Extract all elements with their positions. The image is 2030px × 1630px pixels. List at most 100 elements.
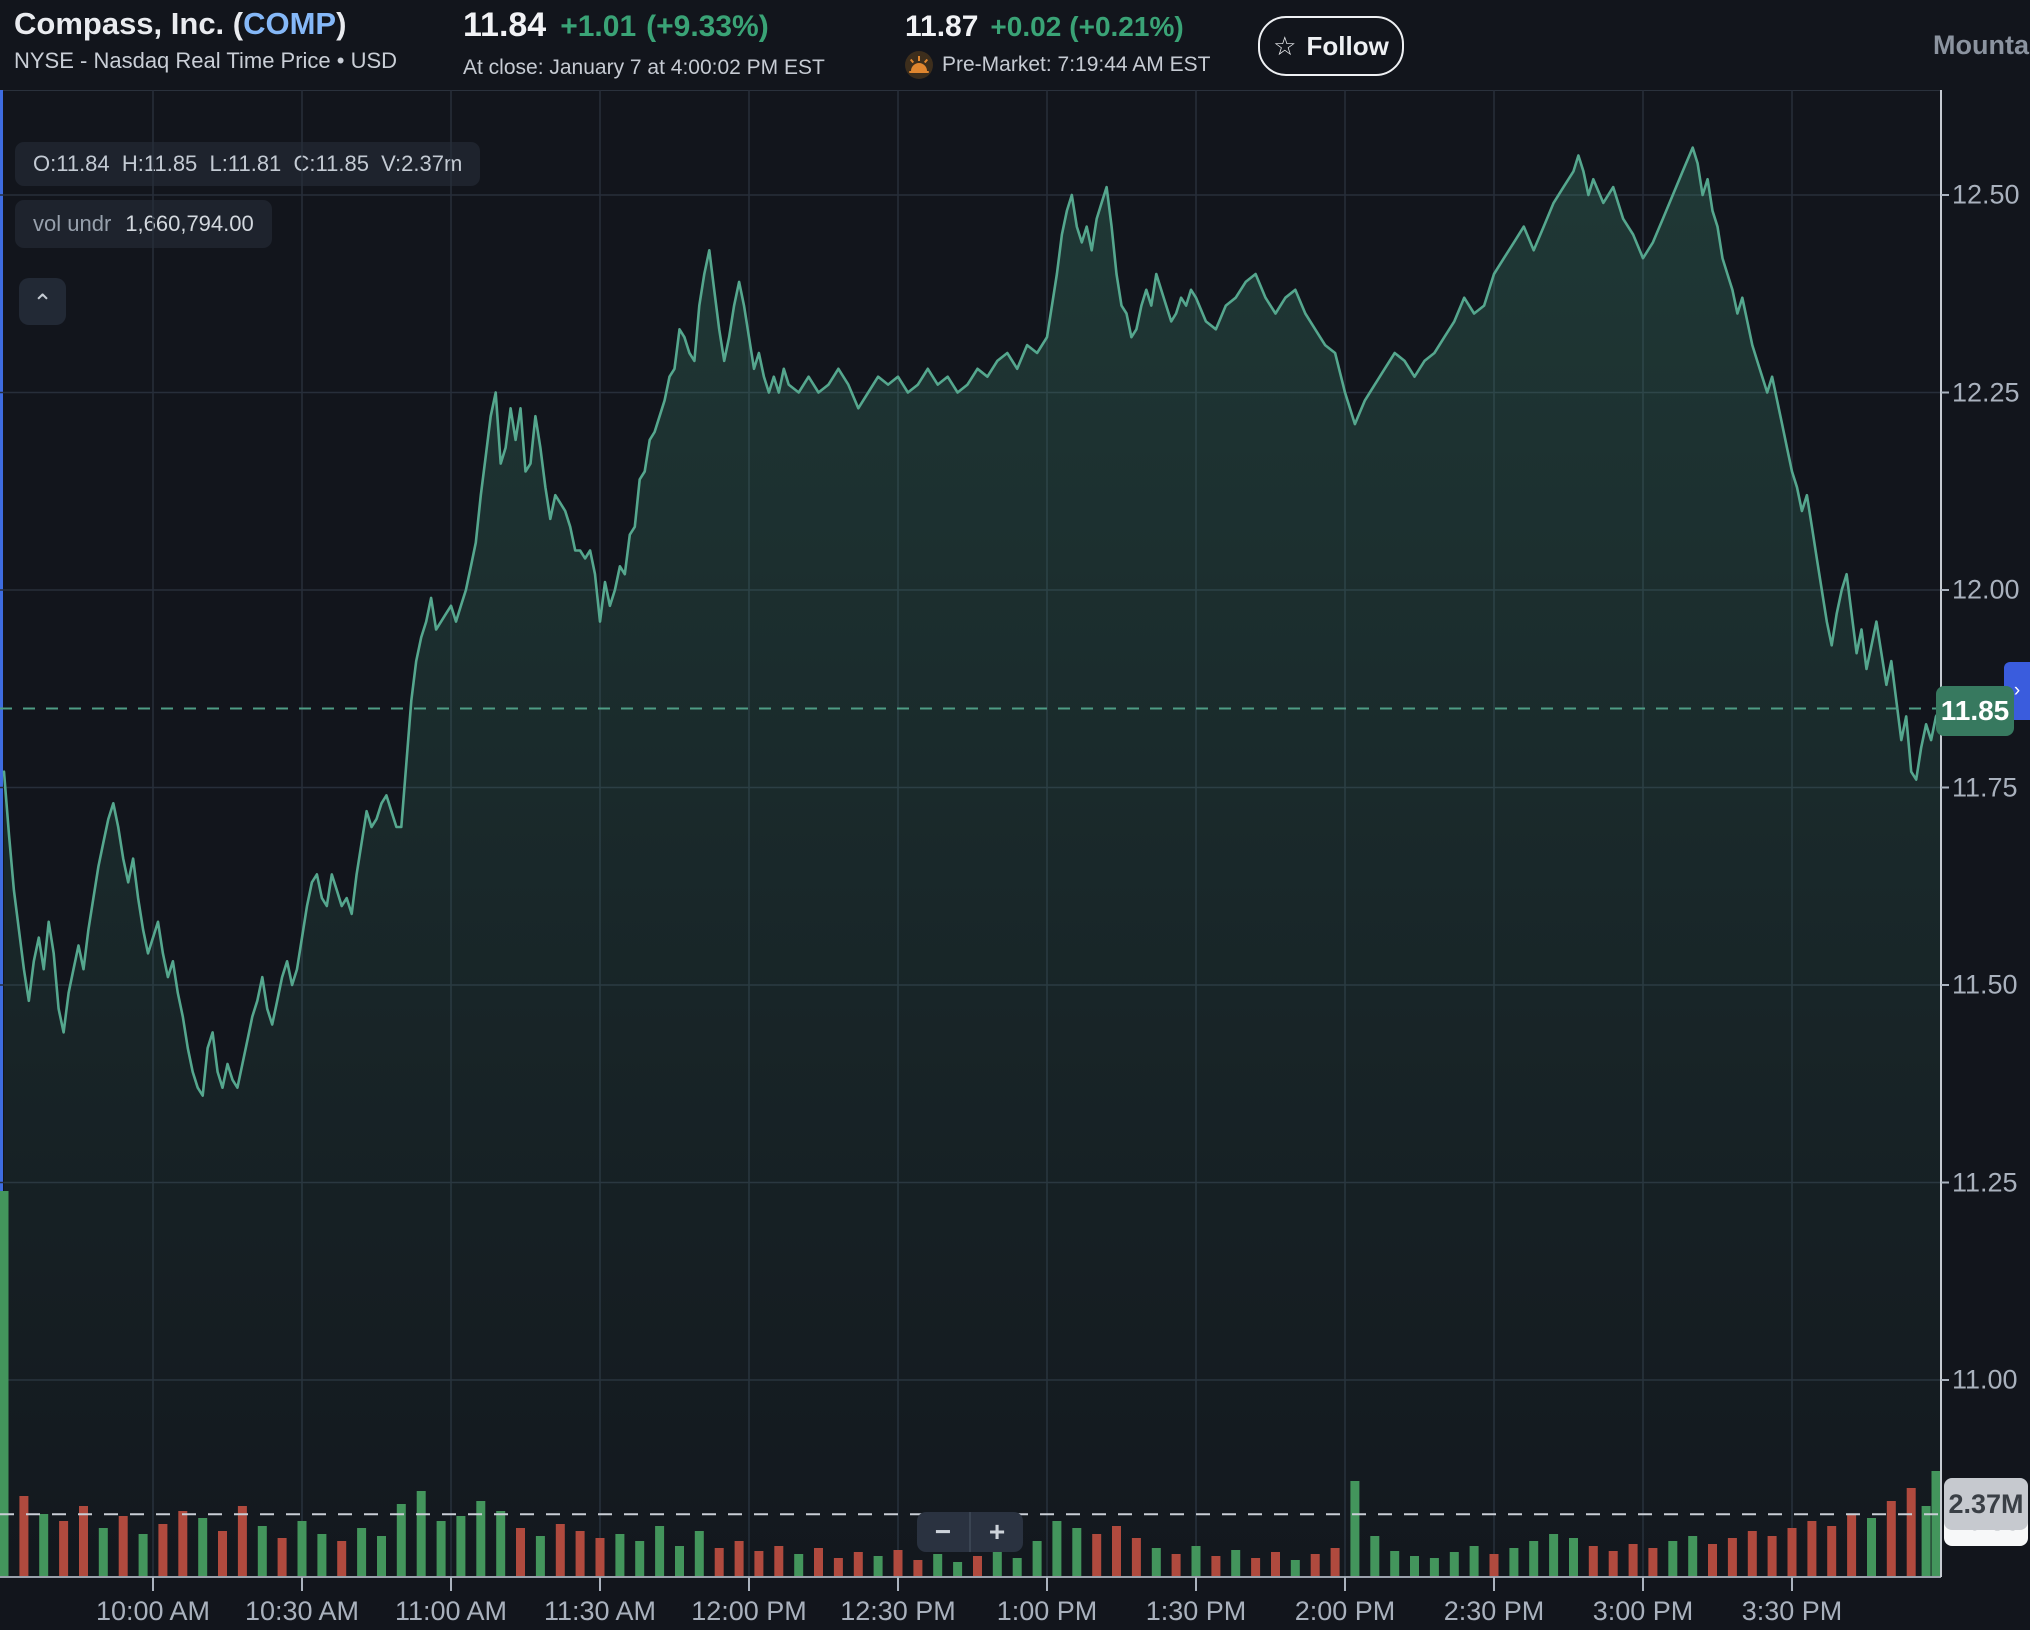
volume-bar (754, 1551, 763, 1576)
y-axis-label: 12.50 (1952, 180, 2020, 211)
volume-bar (1211, 1556, 1220, 1576)
volume-bar (635, 1541, 644, 1576)
volume-bar (1112, 1526, 1121, 1576)
zoom-controls: − + (917, 1512, 1023, 1552)
stock-chart-screen: Compass, Inc. (COMP) NYSE - Nasdaq Real … (0, 0, 2030, 1630)
volume-bar (894, 1550, 903, 1576)
volume-bar (139, 1534, 148, 1576)
volume-bar (417, 1491, 426, 1576)
x-axis-label: 2:30 PM (1444, 1596, 1545, 1627)
volume-bar (1450, 1552, 1459, 1576)
volume-bar (1430, 1558, 1439, 1576)
volume-bar (1887, 1501, 1896, 1576)
volume-bar (1052, 1521, 1061, 1576)
volume-bar (834, 1558, 843, 1576)
volume-bar (1470, 1546, 1479, 1576)
volume-bar (1748, 1531, 1757, 1576)
volume-bar (1629, 1544, 1638, 1576)
volume-bar (1132, 1538, 1141, 1576)
x-axis-label: 2:00 PM (1295, 1596, 1396, 1627)
volume-bar (854, 1552, 863, 1576)
volume-bar (258, 1526, 267, 1576)
volume-bar (1291, 1560, 1300, 1576)
x-axis-label: 1:30 PM (1146, 1596, 1247, 1627)
volume-bar (576, 1531, 585, 1576)
volume-bar (1311, 1554, 1320, 1576)
zoom-in-button[interactable]: + (971, 1512, 1023, 1552)
volume-bar (1768, 1536, 1777, 1576)
volume-bar (615, 1534, 624, 1576)
volume-bar (377, 1536, 386, 1576)
volume-bar (735, 1541, 744, 1576)
volume-bar (516, 1528, 525, 1576)
chevron-right-icon: › (2014, 680, 2020, 702)
volume-bar (1867, 1518, 1876, 1576)
volume-bar (774, 1546, 783, 1576)
volume-bar (1589, 1546, 1598, 1576)
y-axis-label: 11.50 (1952, 970, 2018, 1001)
volume-bar (1907, 1488, 1916, 1576)
y-axis-label: 11.00 (1952, 1365, 2018, 1396)
volume-bar (198, 1518, 207, 1576)
volume-bar (1092, 1534, 1101, 1576)
volume-bar (695, 1531, 704, 1576)
volume-bar (655, 1526, 664, 1576)
x-axis-label: 11:00 AM (395, 1596, 507, 1627)
volume-bar (1932, 1471, 1941, 1576)
volume-bar (1192, 1546, 1201, 1576)
volume-bar (1807, 1521, 1816, 1576)
x-axis-label: 10:00 AM (96, 1596, 210, 1627)
volume-bar (1788, 1528, 1797, 1576)
volume-bar (1072, 1528, 1081, 1576)
volume-bar (556, 1524, 565, 1576)
volume-bar (476, 1501, 485, 1576)
volume-bar (913, 1560, 922, 1576)
volume-bar (1708, 1544, 1717, 1576)
volume-bar (317, 1534, 326, 1576)
volume-bar (278, 1538, 287, 1576)
volume-bar (1271, 1552, 1280, 1576)
volume-bar (1231, 1550, 1240, 1576)
volume-bar (456, 1516, 465, 1576)
volume-bar (218, 1531, 227, 1576)
volume-bar (1410, 1556, 1419, 1576)
volume-bar (953, 1562, 962, 1576)
volume-bar (238, 1506, 247, 1576)
volume-bar (1033, 1541, 1042, 1576)
zoom-out-button[interactable]: − (917, 1512, 969, 1552)
y-axis-label: 11.25 (1952, 1167, 2018, 1198)
volume-bar (1013, 1558, 1022, 1576)
y-axis-label: 12.25 (1952, 377, 2020, 408)
volume-bar (59, 1521, 68, 1576)
volume-bar (814, 1548, 823, 1576)
x-axis-label: 12:30 PM (840, 1596, 956, 1627)
volume-bar (1847, 1514, 1856, 1576)
volume-bar (973, 1556, 982, 1576)
volume-bar (1370, 1536, 1379, 1576)
volume-bar (1668, 1541, 1677, 1576)
volume-bar (675, 1546, 684, 1576)
volume-bar (1922, 1506, 1931, 1576)
volume-bar (1172, 1554, 1181, 1576)
volume-bar (1827, 1526, 1836, 1576)
volume-bar (1390, 1551, 1399, 1576)
volume-bar (933, 1554, 942, 1576)
volume-bar (794, 1554, 803, 1576)
x-axis-label: 10:30 AM (245, 1596, 359, 1627)
volume-bar (357, 1528, 366, 1576)
volume-bar (79, 1506, 88, 1576)
x-axis-label: 1:00 PM (997, 1596, 1098, 1627)
x-axis-label: 11:30 AM (544, 1596, 656, 1627)
volume-bar (1688, 1536, 1697, 1576)
volume-bar (0, 1191, 9, 1576)
volume-bar (1609, 1551, 1618, 1576)
volume-bar (39, 1514, 48, 1576)
volume-bar (496, 1511, 505, 1576)
volume-bar (437, 1521, 446, 1576)
x-axis-label: 3:00 PM (1593, 1596, 1694, 1627)
volume-bar (715, 1548, 724, 1576)
price-chart-canvas[interactable] (0, 0, 2030, 1630)
volume-bar (1350, 1481, 1359, 1576)
y-axis-label: 12.00 (1952, 575, 2020, 606)
volume-bar (337, 1541, 346, 1576)
